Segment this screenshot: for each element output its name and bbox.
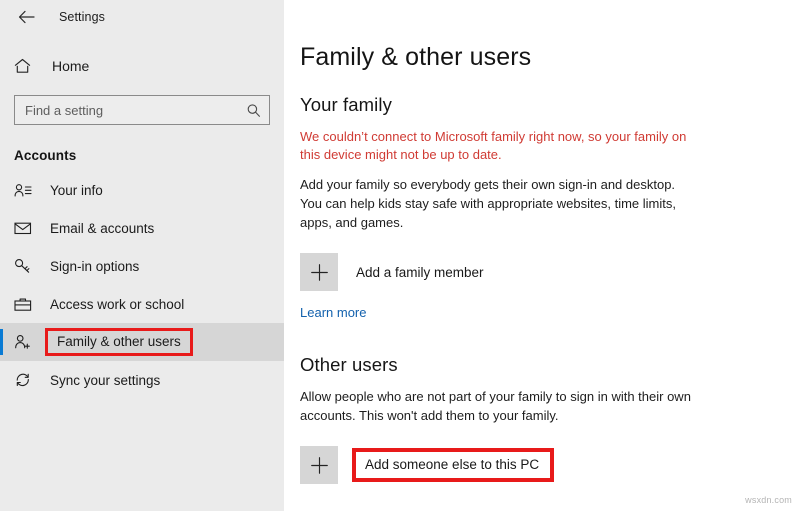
sidebar-item-label: Your info — [50, 182, 103, 198]
your-family-heading: Your family — [300, 93, 392, 115]
sidebar-item-label: Family & other users — [45, 328, 193, 356]
sidebar-item-email-accounts[interactable]: Email & accounts — [0, 209, 284, 247]
user-add-icon — [14, 334, 40, 350]
briefcase-icon — [14, 297, 40, 312]
sync-icon — [14, 372, 40, 388]
home-icon — [14, 58, 42, 74]
envelope-icon — [14, 221, 40, 235]
content-pane: Family & other users Your family We coul… — [284, 0, 800, 511]
page-title: Family & other users — [300, 43, 532, 71]
plus-icon — [300, 253, 338, 292]
add-family-member-button[interactable]: Add a family member — [300, 253, 484, 292]
other-users-heading: Other users — [300, 354, 398, 376]
sidebar-item-label: Sync your settings — [50, 372, 161, 388]
sidebar-item-access-work-school[interactable]: Access work or school — [0, 285, 284, 323]
sidebar-item-your-info[interactable]: Your info — [0, 171, 284, 209]
sidebar-item-label: Sign-in options — [50, 258, 140, 274]
sidebar-item-sync-your-settings[interactable]: Sync your settings — [0, 361, 284, 399]
learn-more-link[interactable]: Learn more — [300, 305, 366, 320]
title-bar: Settings — [0, 0, 284, 34]
add-someone-else-button[interactable]: Add someone else to this PC — [300, 446, 555, 485]
sidebar-item-family-other-users[interactable]: Family & other users — [0, 323, 284, 361]
sidebar-item-label: Access work or school — [50, 296, 185, 312]
sidebar-home-label: Home — [52, 58, 90, 74]
sidebar: Settings Home Accounts — [0, 0, 284, 511]
user-info-icon — [14, 183, 40, 198]
sidebar-item-home[interactable]: Home — [0, 49, 284, 83]
key-icon — [14, 258, 40, 274]
search-icon[interactable] — [246, 103, 261, 118]
back-arrow-icon[interactable] — [13, 4, 39, 30]
search-input[interactable] — [25, 102, 246, 118]
your-family-description: Add your family so everybody gets their … — [300, 177, 676, 231]
watermark: wsxdn.com — [745, 495, 792, 505]
sidebar-nav-list: Your info Email & accounts Sign-in optio… — [0, 171, 284, 399]
other-users-description: Allow people who are not part of your fa… — [300, 389, 691, 424]
sidebar-item-signin-options[interactable]: Sign-in options — [0, 247, 284, 285]
search-box[interactable] — [14, 95, 270, 125]
plus-icon — [300, 446, 338, 485]
settings-window: Settings Home Accounts — [0, 0, 800, 511]
app-title: Settings — [59, 10, 105, 24]
other-users-section: Other users Allow people who are not par… — [300, 354, 800, 485]
sidebar-category-title: Accounts — [14, 148, 77, 163]
family-connection-error: We couldn’t connect to Microsoft family … — [300, 128, 687, 162]
add-family-member-label: Add a family member — [356, 264, 484, 280]
add-someone-else-label: Add someone else to this PC — [352, 448, 555, 483]
sidebar-item-label: Email & accounts — [50, 220, 155, 236]
